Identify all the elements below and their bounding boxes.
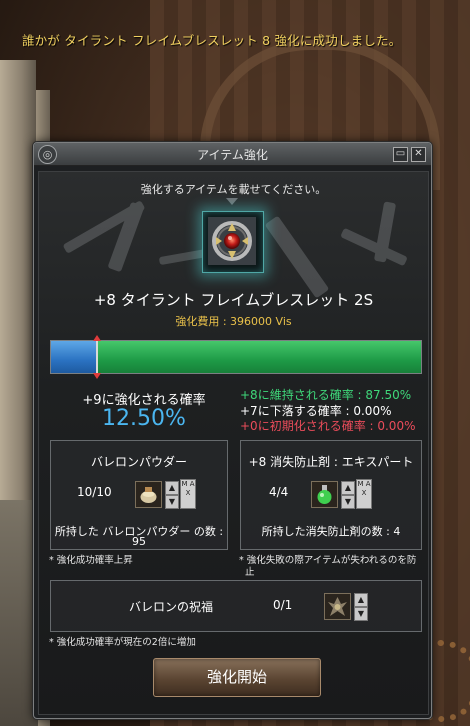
blessing-note: * 強化成功確率が現在の2倍に増加 (49, 637, 196, 648)
marker-up-icon (93, 335, 101, 341)
close-button[interactable]: ✕ (411, 147, 426, 162)
window-content: 強化するアイテムを載せてください。 +8 タイラント フレイムブレスレット 2S… (38, 171, 429, 715)
blessing-count: 0/1 (273, 598, 293, 612)
blessing-title: バレロンの祝福 (128, 600, 213, 614)
system-notice: 誰かが タイラント フレイムブレスレット 8 強化に成功しました。 (22, 33, 402, 48)
blessing-slot[interactable] (324, 593, 351, 620)
success-rate-value: 12.50% (102, 406, 186, 431)
enchant-cost: 強化費用 : 396000 Vis (175, 315, 292, 328)
window-titlebar[interactable]: ◎ アイテム強化 ▭ ✕ (34, 143, 431, 166)
blessing-down-button[interactable]: ▼ (354, 607, 368, 621)
keep-rate-fill (97, 341, 421, 373)
success-rate-fill (51, 341, 97, 373)
enchant-probability-bar (50, 335, 422, 379)
keep-rate: +8に維持される確率 : 87.50% (240, 388, 412, 402)
powder-slot[interactable] (135, 481, 162, 508)
minimize-icon[interactable]: ▭ (393, 147, 408, 162)
reset-rate: +0に初期化される確率 : 0.00% (240, 419, 416, 433)
rate-marker (96, 337, 98, 377)
item-name: +8 タイラント フレイムブレスレット 2S (93, 291, 374, 309)
bracelet-icon (208, 217, 256, 265)
prevent-slot[interactable] (311, 481, 338, 508)
powder-max-button[interactable]: M A X (180, 479, 196, 509)
powder-down-button[interactable]: ▼ (165, 495, 179, 509)
marker-down-icon (93, 373, 101, 379)
powder-icon (140, 487, 157, 503)
powder-note: * 強化成功確率上昇 (49, 555, 133, 566)
start-enchant-button[interactable]: 強化開始 (153, 658, 321, 697)
prevent-panel: +8 消失防止剤 : エキスパート 4/4 ▲ ▼ M A X 所持した消失防止… (240, 440, 422, 550)
item-enchant-window: ◎ アイテム強化 ▭ ✕ 強化するアイテムを載せてください。 +8 タイラント … (33, 142, 432, 719)
powder-panel: バレロンパウダー 10/10 ▲ ▼ M A X 所持した バレロンパウダー の… (50, 440, 228, 550)
prevent-max-button[interactable]: M A X (356, 479, 372, 509)
instruction-text: 強化するアイテムを載せてください。 (140, 183, 327, 196)
blessing-panel: バレロンの祝福 0/1 ▲ ▼ (50, 580, 422, 632)
arrow-down-icon (226, 198, 238, 205)
window-title: アイテム強化 (197, 148, 268, 162)
prevent-owned: 所持した消失防止剤の数 : 4 (261, 525, 401, 538)
blessing-icon (328, 597, 347, 616)
potion-icon (317, 485, 332, 504)
prevent-down-button[interactable]: ▼ (341, 495, 355, 509)
other-rates: +8に維持される確率 : 87.50% +7に下落する確率 : 0.00% +0… (240, 388, 430, 435)
prevent-note-continued: 止 (245, 567, 255, 578)
powder-owned-count: 95 (132, 535, 146, 548)
powder-count: 10/10 (77, 485, 112, 499)
prevent-note: * 強化失敗の際アイテムが失われるのを防 (239, 555, 417, 566)
prevent-title: +8 消失防止剤 : エキスパート (248, 455, 414, 469)
powder-title: バレロンパウダー (90, 455, 187, 469)
drop-rate: +7に下落する確率 : 0.00% (240, 403, 392, 418)
powder-up-button[interactable]: ▲ (165, 481, 179, 495)
prevent-up-button[interactable]: ▲ (341, 481, 355, 495)
blessing-up-button[interactable]: ▲ (354, 593, 368, 607)
prevent-count: 4/4 (269, 485, 289, 499)
